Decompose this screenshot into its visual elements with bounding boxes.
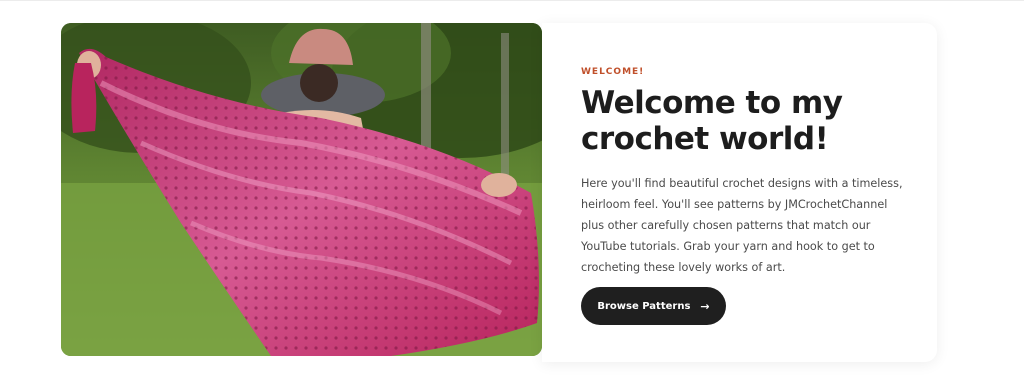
welcome-section: WELCOME! Welcome to my crochet world! He…	[0, 0, 1024, 376]
welcome-card: WELCOME! Welcome to my crochet world! He…	[542, 23, 937, 362]
divider	[0, 0, 1024, 1]
title-line-2: crochet world!	[581, 121, 829, 157]
arrow-right-icon: →	[700, 299, 710, 313]
browse-patterns-label: Browse Patterns	[597, 300, 691, 312]
intro-paragraph: Here you'll find beautiful crochet desig…	[581, 177, 903, 274]
hero-image	[61, 23, 542, 356]
browse-patterns-button[interactable]: Browse Patterns →	[581, 287, 726, 325]
eyebrow-label: WELCOME!	[581, 67, 645, 77]
title-line-1: Welcome to my	[581, 85, 843, 121]
page-title: Welcome to my crochet world!	[581, 85, 881, 157]
